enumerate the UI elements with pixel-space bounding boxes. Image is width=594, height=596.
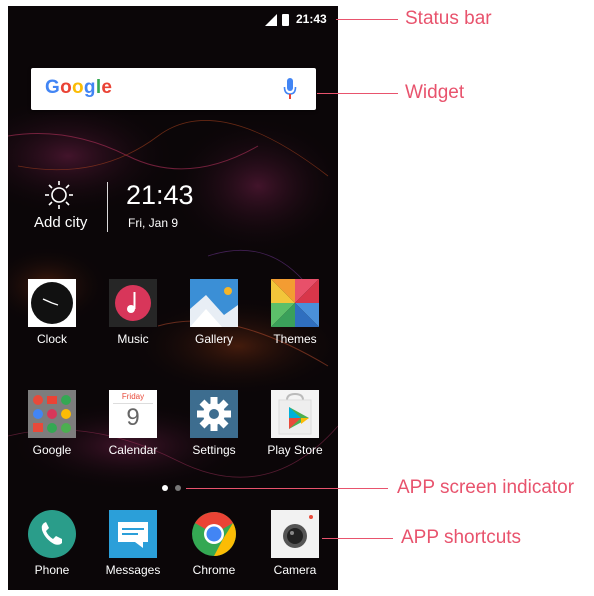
app-label: Gallery [194,332,233,346]
app-label: Google [32,443,72,457]
chrome-icon [190,510,238,558]
app-label: Play Store [267,443,323,457]
google-logo: Google [45,77,113,98]
app-gallery[interactable]: Gallery [174,279,254,346]
app-label: Phone [34,563,70,577]
app-label: Settings [192,443,236,457]
messages-icon [109,510,157,558]
app-calendar[interactable]: Friday 9 Calendar [93,390,173,457]
app-label: Messages [105,563,161,577]
app-label: Calendar [108,443,158,457]
status-time: 21:43 [296,12,327,26]
callout-line-widget [317,93,398,94]
page-indicator-dot-active[interactable] [162,485,168,491]
page-indicator-dot[interactable] [175,485,181,491]
callout-line-screen-indicator [186,488,388,489]
app-chrome[interactable]: Chrome [174,510,254,577]
app-clock[interactable]: Clock [12,279,92,346]
google-folder-icon [28,390,76,438]
callout-widget: Widget [405,82,465,103]
app-camera[interactable]: Camera [255,510,335,577]
app-play-store[interactable]: Play Store [255,390,335,457]
music-icon [109,279,157,327]
callout-screen-indicator: APP screen indicator [397,477,575,498]
app-label: Themes [273,332,317,346]
app-messages[interactable]: Messages [93,510,173,577]
app-themes[interactable]: Themes [255,279,335,346]
sun-icon[interactable] [44,180,74,210]
app-phone[interactable]: Phone [12,510,92,577]
themes-icon [271,279,319,327]
callout-status-bar: Status bar [405,8,492,29]
battery-icon [282,14,289,26]
widget-clock-date: Fri, Jan 9 [128,216,179,230]
add-city-label[interactable]: Add city [34,214,87,231]
mic-icon[interactable] [283,77,297,101]
play-store-icon [271,390,319,438]
app-settings[interactable]: Settings [174,390,254,457]
callout-line-shortcuts [322,538,393,539]
app-google-folder[interactable]: Google [12,390,92,457]
calendar-date: 9 [126,404,140,431]
widget-divider [107,182,108,232]
callout-line-status-bar [336,19,398,20]
app-label: Music [117,332,149,346]
app-label: Camera [273,563,317,577]
calendar-day: Friday [121,392,145,401]
phone-icon [28,510,76,558]
settings-icon [190,390,238,438]
signal-icon [265,14,289,26]
app-label: Clock [36,332,67,346]
google-search-widget[interactable]: Google [31,68,316,110]
gallery-icon [190,279,238,327]
app-music[interactable]: Music [93,279,173,346]
clock-icon [28,279,76,327]
camera-icon [271,510,319,558]
app-label: Chrome [192,563,236,577]
callout-shortcuts: APP shortcuts [401,527,522,548]
calendar-icon: Friday 9 [109,390,157,438]
widget-clock-time[interactable]: 21:43 [126,180,194,211]
phone-screen: 21:43 Google Add city 21:43 Fri, Jan 9 C… [8,6,338,590]
